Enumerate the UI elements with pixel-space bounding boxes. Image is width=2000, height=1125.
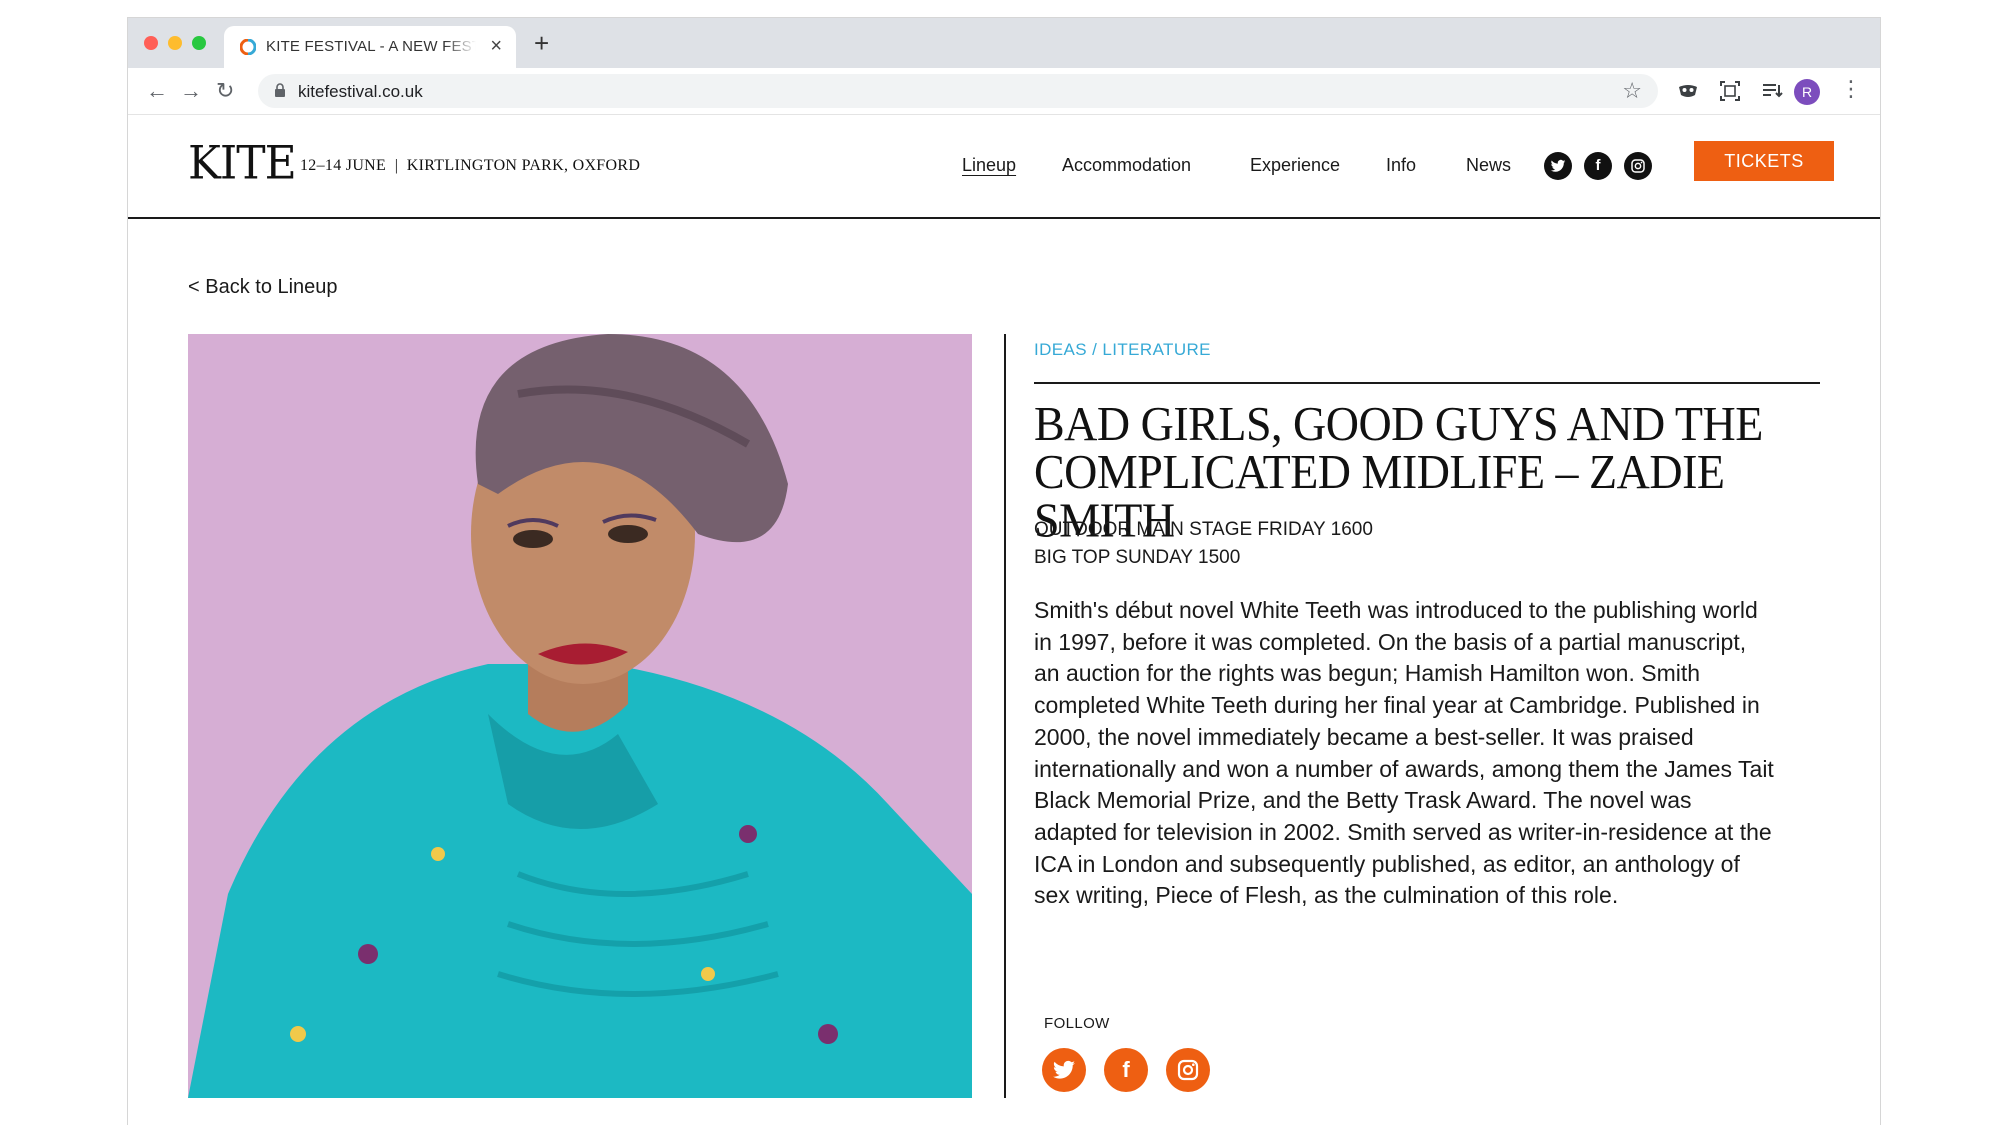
profile-avatar[interactable]: R	[1794, 79, 1820, 105]
forward-arrow-icon[interactable]: →	[180, 78, 202, 104]
back-arrow-icon[interactable]: ←	[146, 78, 168, 104]
tab-title: KITE FESTIVAL - A NEW FESTIVAL	[266, 38, 476, 55]
address-bar[interactable]: kitefestival.co.uk ☆	[258, 74, 1658, 108]
category-rule	[1034, 382, 1820, 384]
minimize-window-button[interactable]	[168, 36, 182, 50]
performance-slot: BIG TOP SUNDAY 1500	[1034, 547, 1241, 568]
performance-slot: OUTDOOR MAIN STAGE FRIDAY 1600	[1034, 519, 1373, 540]
kite-site: KITE 12–14 JUNE | KIRTLINGTON PARK, OXFO…	[128, 114, 1880, 1125]
nav-accommodation[interactable]: Accommodation	[1062, 155, 1191, 176]
nav-news[interactable]: News	[1466, 155, 1511, 176]
twitter-icon[interactable]	[1544, 152, 1572, 180]
nav-lineup[interactable]: Lineup	[962, 155, 1016, 176]
festival-dates-location: 12–14 JUNE | KIRTLINGTON PARK, OXFORD	[300, 157, 641, 174]
follow-label: FOLLOW	[1044, 1015, 1110, 1032]
performance-times: OUTDOOR MAIN STAGE FRIDAY 1600 BIG TOP S…	[1034, 516, 1373, 572]
twitter-icon[interactable]	[1042, 1048, 1086, 1092]
close-window-button[interactable]	[144, 36, 158, 50]
facebook-icon[interactable]: f	[1584, 152, 1612, 180]
instagram-icon[interactable]	[1166, 1048, 1210, 1092]
nav-info[interactable]: Info	[1386, 155, 1416, 176]
kite-favicon-icon	[240, 39, 256, 55]
back-to-lineup-link[interactable]: < Back to Lineup	[188, 276, 338, 299]
instagram-icon[interactable]	[1624, 152, 1652, 180]
url-text: kitefestival.co.uk	[298, 82, 423, 101]
tab-strip: KITE FESTIVAL - A NEW FESTIVAL × +	[128, 18, 1880, 68]
event-category[interactable]: IDEAS / LITERATURE	[1034, 340, 1211, 360]
site-header: KITE 12–14 JUNE | KIRTLINGTON PARK, OXFO…	[128, 114, 1880, 219]
column-divider	[1004, 334, 1006, 1098]
browser-window: KITE FESTIVAL - A NEW FESTIVAL × + ← → ↻…	[128, 18, 1880, 1125]
tickets-button[interactable]: TICKETS	[1694, 141, 1834, 181]
reading-list-icon[interactable]	[1760, 79, 1784, 103]
site-logo[interactable]: KITE	[188, 137, 297, 191]
nav-experience[interactable]: Experience	[1250, 155, 1340, 176]
browser-tab[interactable]: KITE FESTIVAL - A NEW FESTIVAL ×	[224, 26, 516, 68]
close-tab-icon[interactable]: ×	[490, 35, 502, 58]
lock-icon	[275, 83, 285, 97]
browser-menu-icon[interactable]: ⋮	[1840, 76, 1862, 102]
facebook-icon[interactable]: f	[1104, 1048, 1148, 1092]
event-description: Smith's début novel White Teeth was intr…	[1034, 597, 1774, 909]
extension-mask-icon[interactable]	[1676, 79, 1700, 103]
screenshot-capture-icon[interactable]	[1718, 79, 1742, 103]
reload-icon[interactable]: ↻	[216, 78, 234, 104]
maximize-window-button[interactable]	[192, 36, 206, 50]
new-tab-button[interactable]: +	[534, 28, 549, 59]
artist-photo	[188, 334, 972, 1098]
bookmark-star-icon[interactable]: ☆	[1622, 78, 1642, 104]
browser-toolbar: ← → ↻ kitefestival.co.uk ☆ R ⋮	[128, 68, 1880, 115]
